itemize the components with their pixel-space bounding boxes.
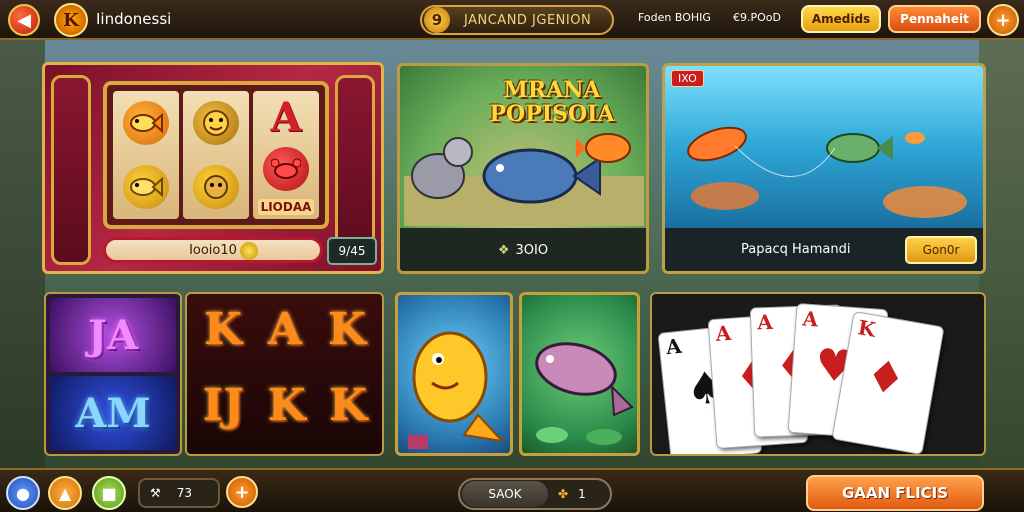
game-play-button[interactable]: GAAN FLICIS <box>806 475 984 511</box>
letter-cell: K <box>329 380 368 431</box>
goldfish-icon <box>585 133 631 163</box>
letters-game-tile[interactable]: K A K IJ K K <box>185 292 384 456</box>
slot-bet-bar[interactable]: Iooio10 <box>103 237 323 263</box>
fish-game-footer-icon: ❖ <box>497 242 510 258</box>
reel-3: A LIODAA <box>253 91 319 219</box>
fish-game-footer-value: 3OIO <box>515 242 549 258</box>
letter-cell: A <box>267 304 303 355</box>
app-logo: K <box>54 3 88 37</box>
slot-bet-value: Iooio10 <box>189 242 237 258</box>
background-left <box>0 40 45 470</box>
gift-icon: ■ <box>101 483 117 503</box>
banner-text: JANCAND JGENION <box>464 12 592 28</box>
crab-symbol-icon <box>263 147 309 191</box>
bottom-bar: ● ▲ ■ ⚒ 73 + SAOK ✤ 1 GAAN FLICIS <box>0 468 1024 512</box>
goldfish-game-tile[interactable] <box>395 292 513 456</box>
cards-game-tile[interactable]: A♠A♦A♦A♥K♦ <box>650 292 986 456</box>
purple-fish-game-tile[interactable] <box>519 292 640 456</box>
bell-icon: ▲ <box>58 483 72 503</box>
slot-lines-box[interactable]: 9/45 <box>327 237 377 265</box>
logo-letter: K <box>63 9 79 31</box>
top-bar: ◀ K Iindonessi 9 JANCAND JGENION Foden B… <box>0 0 1024 40</box>
counter-value: 73 <box>176 486 193 500</box>
card-suit-icon: ♦ <box>861 349 910 407</box>
ocean-game-tile[interactable]: IXO Papacq Hamandi Gon0r <box>662 63 986 274</box>
app-title: Iindonessi <box>96 10 172 28</box>
fish-game-art: MRANA POPISOIA <box>400 66 646 228</box>
coin-icon <box>240 242 258 260</box>
ocean-game-tag: IXO <box>671 70 704 87</box>
purple-fish-icon <box>535 342 634 445</box>
add-resource-button[interactable]: + <box>226 476 258 508</box>
letter-cell: IJ <box>202 380 245 431</box>
fish-game-tile[interactable]: MRANA POPISOIA ❖ 3OIO <box>397 63 649 274</box>
ocean-game-name: Papacq Hamandi <box>741 242 851 257</box>
card-rank: K <box>856 315 878 342</box>
letters-row-2: IJ K K <box>191 380 379 431</box>
reel-2 <box>183 91 249 219</box>
mid-icon: ✤ <box>558 487 569 501</box>
plus-icon: + <box>234 481 250 503</box>
tool-icon: ⚒ <box>150 486 161 500</box>
slot-reels: A LIODAA <box>103 81 329 229</box>
mid-toggle[interactable]: SAOK ✤ 1 <box>458 478 612 510</box>
plus-icon: + <box>995 9 1011 31</box>
fish-game-footer: ❖ 3OIO <box>400 228 646 271</box>
banner-number: 9 <box>424 7 450 33</box>
goldfish-symbol-icon <box>123 165 169 209</box>
letter-a-symbol-icon: A <box>270 93 302 141</box>
neon-game-tile[interactable]: JA AM <box>44 292 182 456</box>
neon-bottom-text: AM <box>50 376 176 450</box>
back-button[interactable]: ◀ <box>8 4 40 36</box>
mid-value: 1 <box>578 487 586 501</box>
letter-cell: K <box>203 304 243 355</box>
amedids-button[interactable]: Amedids <box>801 5 881 33</box>
stat-balance: €9.POoD <box>733 11 781 24</box>
resource-counter[interactable]: ⚒ 73 <box>138 478 220 508</box>
ornament-left <box>51 75 91 265</box>
neon-top-text: JA <box>50 298 176 372</box>
profile-button[interactable]: ● <box>6 476 40 510</box>
avatar-icon: ● <box>16 483 30 503</box>
slot-game-tile[interactable]: A LIODAA Iooio10 9/45 <box>42 62 384 274</box>
goldfish-icon <box>408 331 505 449</box>
letter-cell: K <box>327 304 367 355</box>
letters-row-1: K A K <box>191 304 379 355</box>
orange-fish-icon <box>687 126 747 162</box>
ocean-game-footer: Papacq Hamandi Gon0r <box>665 228 983 271</box>
reel-1 <box>113 91 179 219</box>
fish-symbol-icon <box>123 101 169 145</box>
mid-toggle-label[interactable]: SAOK <box>462 481 548 507</box>
catfish-icon <box>482 148 578 204</box>
pennaheit-button[interactable]: Pennaheit <box>888 5 981 33</box>
letter-cell: K <box>267 380 306 431</box>
card-rank: A <box>756 309 774 335</box>
reel-word: LIODAA <box>257 199 315 215</box>
stat-foden: Foden BOHIG <box>638 11 711 24</box>
fish-game-title: MRANA POPISOIA <box>489 77 615 127</box>
card-rank: A <box>714 320 732 346</box>
puffer-fish-symbol-icon <box>193 165 239 209</box>
back-arrow-icon: ◀ <box>17 9 31 31</box>
gift-button[interactable]: ■ <box>92 476 126 510</box>
jackpot-banner[interactable]: 9 JANCAND JGENION <box>420 5 614 35</box>
add-button-top[interactable]: + <box>987 4 1019 36</box>
bell-button[interactable]: ▲ <box>48 476 82 510</box>
smiling-fish-symbol-icon <box>193 101 239 145</box>
card-rank: A <box>664 333 683 360</box>
card-rank: A <box>801 306 819 332</box>
ocean-game-art: IXO <box>665 66 983 228</box>
ocean-game-button[interactable]: Gon0r <box>905 236 977 264</box>
